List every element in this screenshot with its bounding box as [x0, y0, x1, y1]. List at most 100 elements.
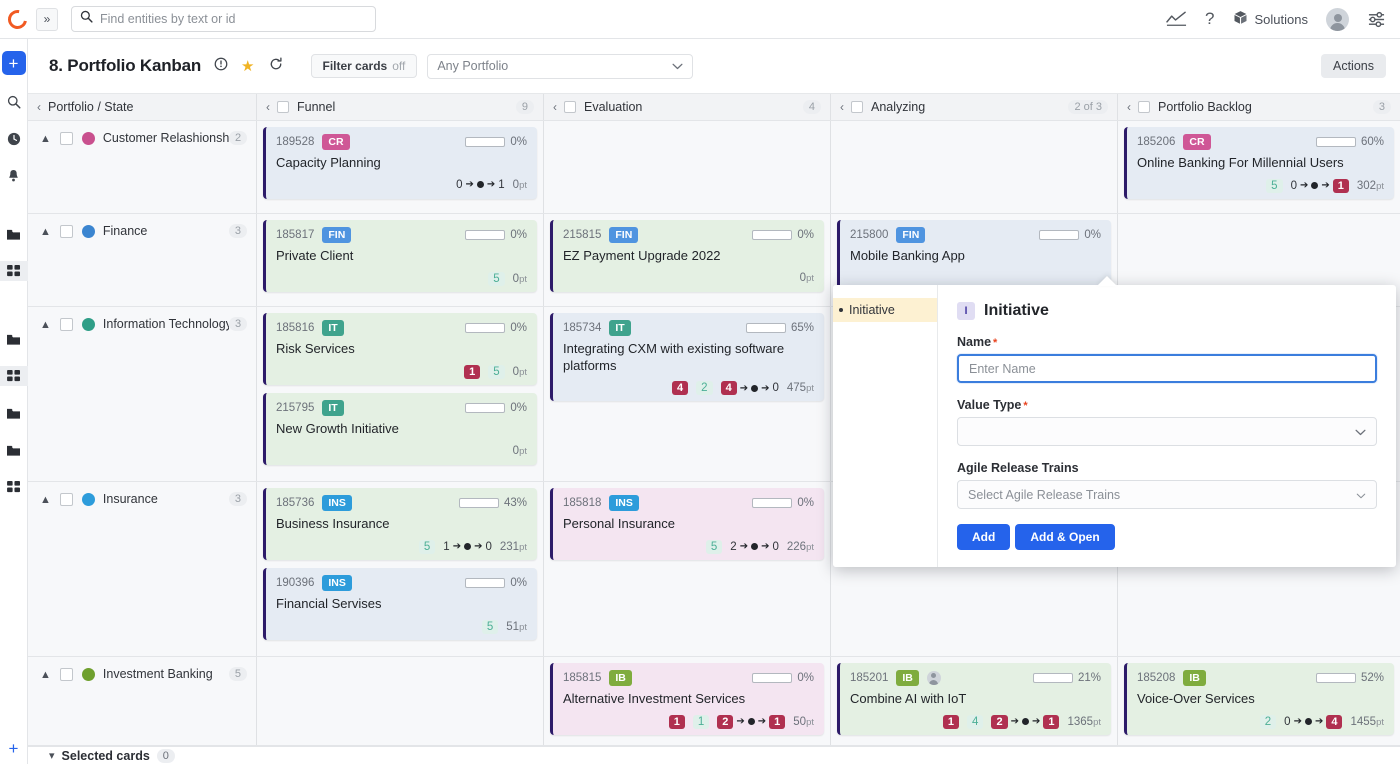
rail-search-icon[interactable]: [0, 92, 28, 112]
info-icon[interactable]: [214, 57, 228, 76]
add-and-open-button[interactable]: Add & Open: [1015, 524, 1114, 550]
card[interactable]: 215815FIN0%EZ Payment Upgrade 20220pt: [550, 220, 824, 292]
chevron-down-icon[interactable]: ▾: [49, 749, 55, 762]
board-cell[interactable]: 185201IB21%Combine AI with IoT142➔➔11365…: [831, 657, 1118, 745]
solutions-button[interactable]: Solutions: [1233, 10, 1308, 28]
rail-folder-icon-2[interactable]: [0, 329, 28, 349]
collapse-caret-icon[interactable]: ▲: [40, 494, 51, 506]
app-logo[interactable]: [0, 10, 34, 29]
card[interactable]: 215800FIN0%Mobile Banking App: [837, 220, 1111, 292]
add-entity-button[interactable]: +: [2, 51, 26, 75]
board-cell[interactable]: 185818INS0%Personal Insurance52➔➔0226pt: [544, 482, 831, 656]
card-progress: 0%: [1039, 229, 1101, 241]
search-input[interactable]: [100, 12, 367, 26]
rail-notifications-bell-icon[interactable]: [0, 166, 28, 186]
collapse-chevron-icon[interactable]: ‹: [266, 100, 270, 114]
swimlane-checkbox[interactable]: [60, 668, 73, 681]
flow-left-count: 0: [456, 179, 462, 191]
column-checkbox[interactable]: [564, 101, 576, 113]
swimlane-checkbox[interactable]: [60, 318, 73, 331]
card[interactable]: 185817FIN0%Private Client50pt: [263, 220, 537, 292]
card-assignee-avatar[interactable]: [927, 671, 941, 685]
rail-board-grid-icon-2[interactable]: [0, 366, 28, 386]
filter-cards-button[interactable]: Filter cards off: [311, 54, 418, 78]
board-cell[interactable]: 185734IT65%Integrating CXM with existing…: [544, 307, 831, 481]
add-button[interactable]: Add: [957, 524, 1010, 550]
card[interactable]: 190396INS0%Financial Servises551pt: [263, 568, 537, 640]
actions-button[interactable]: Actions: [1321, 54, 1386, 78]
chart-line-icon[interactable]: [1166, 11, 1187, 27]
selected-cards-bar[interactable]: ▾ Selected cards 0: [28, 746, 1400, 764]
board-cell[interactable]: [544, 121, 831, 213]
rail-recent-clock-icon[interactable]: [0, 129, 28, 149]
rail-folder-icon-4[interactable]: [0, 440, 28, 460]
card[interactable]: 185208IB52%Voice-Over Services20➔➔41455p…: [1124, 663, 1394, 735]
progress-bar: [746, 323, 786, 333]
column-header-portfolio-backlog[interactable]: ‹ Portfolio Backlog 3: [1118, 94, 1400, 120]
collapse-chevron-icon[interactable]: ‹: [553, 100, 557, 114]
collapse-chevron-icon[interactable]: ‹: [37, 100, 41, 114]
board-cell[interactable]: [257, 657, 544, 745]
board-cell[interactable]: 185817FIN0%Private Client50pt: [257, 214, 544, 306]
card-title: Capacity Planning: [276, 155, 527, 172]
name-field-group: Name*: [957, 335, 1377, 383]
card[interactable]: 185815IB0%Alternative Investment Service…: [550, 663, 824, 735]
board-cell[interactable]: 185815IB0%Alternative Investment Service…: [544, 657, 831, 745]
collapse-chevron-icon[interactable]: ‹: [1127, 100, 1131, 114]
rail-folder-icon-1[interactable]: [0, 224, 28, 244]
help-icon[interactable]: ?: [1205, 9, 1214, 29]
board-cell[interactable]: 185816IT0%Risk Services150pt 215795IT0%Ne…: [257, 307, 544, 481]
swimlane-checkbox[interactable]: [60, 132, 73, 145]
card[interactable]: 185734IT65%Integrating CXM with existing…: [550, 313, 824, 401]
card[interactable]: 189528CR0%Capacity Planning0➔➔10pt: [263, 127, 537, 199]
collapse-chevron-icon[interactable]: ‹: [840, 100, 844, 114]
collapse-caret-icon[interactable]: ▲: [40, 226, 51, 238]
board-cell[interactable]: [831, 121, 1118, 213]
rail-add-icon[interactable]: +: [9, 739, 19, 759]
card[interactable]: 185201IB21%Combine AI with IoT142➔➔11365…: [837, 663, 1111, 735]
swimlane-color-dot: [82, 132, 95, 145]
board-cell[interactable]: 185206CR60%Online Banking For Millennial…: [1118, 121, 1400, 213]
swimlane-checkbox[interactable]: [60, 225, 73, 238]
favorite-star-icon[interactable]: ★: [241, 57, 254, 75]
settings-sliders-icon[interactable]: [1367, 11, 1386, 28]
column-header-analyzing[interactable]: ‹ Analyzing 2 of 3: [831, 94, 1118, 120]
board-cell[interactable]: 215815FIN0%EZ Payment Upgrade 20220pt: [544, 214, 831, 306]
avatar[interactable]: [1326, 8, 1349, 31]
card[interactable]: 185818INS0%Personal Insurance52➔➔0226pt: [550, 488, 824, 560]
collapse-caret-icon[interactable]: ▲: [40, 319, 51, 331]
column-checkbox[interactable]: [851, 101, 863, 113]
column-checkbox[interactable]: [277, 101, 289, 113]
board-cell[interactable]: 185208IB52%Voice-Over Services20➔➔41455p…: [1118, 657, 1400, 745]
card[interactable]: 185206CR60%Online Banking For Millennial…: [1124, 127, 1394, 199]
arrow-right-icon: ➔: [740, 541, 748, 552]
expand-sidebar-icon[interactable]: »: [36, 8, 58, 31]
column-header-funnel[interactable]: ‹ Funnel 9: [257, 94, 544, 120]
collapse-caret-icon[interactable]: ▲: [40, 133, 51, 145]
flow-left-count: 2: [717, 715, 733, 729]
board-cell[interactable]: 185736INS43%Business Insurance51➔➔0231pt…: [257, 482, 544, 656]
portfolio-select[interactable]: Any Portfolio: [427, 54, 693, 79]
card-footer: 52➔➔0226pt: [563, 540, 814, 554]
column-header-evaluation[interactable]: ‹ Evaluation 4: [544, 94, 831, 120]
swimlane-checkbox[interactable]: [60, 493, 73, 506]
swimlane-row: ▲Investment Banking5185815IB0%Alternativ…: [28, 657, 1400, 746]
refresh-icon[interactable]: [269, 57, 283, 76]
card[interactable]: 215795IT0%New Growth Initiative0pt: [263, 393, 537, 465]
rail-board-grid-icon-3[interactable]: [0, 477, 28, 497]
rail-folder-icon-3[interactable]: [0, 403, 28, 423]
rail-board-grid-icon-1[interactable]: [0, 261, 28, 281]
swimlane-row: ▲Customer Relashionships2189528CR0%Capac…: [28, 121, 1400, 214]
value-type-select[interactable]: [957, 417, 1377, 446]
card[interactable]: 185816IT0%Risk Services150pt: [263, 313, 537, 385]
popover-entity-type-initiative[interactable]: Initiative: [833, 298, 937, 322]
column-checkbox[interactable]: [1138, 101, 1150, 113]
agile-release-trains-select[interactable]: Select Agile Release Trains: [957, 480, 1377, 509]
column-header-portfolio-state[interactable]: ‹ Portfolio / State: [28, 94, 257, 120]
name-input[interactable]: [957, 354, 1377, 383]
progress-bar: [752, 498, 792, 508]
card[interactable]: 185736INS43%Business Insurance51➔➔0231pt: [263, 488, 537, 560]
board-cell[interactable]: 189528CR0%Capacity Planning0➔➔10pt: [257, 121, 544, 213]
global-search[interactable]: [71, 6, 376, 32]
collapse-caret-icon[interactable]: ▲: [40, 669, 51, 681]
